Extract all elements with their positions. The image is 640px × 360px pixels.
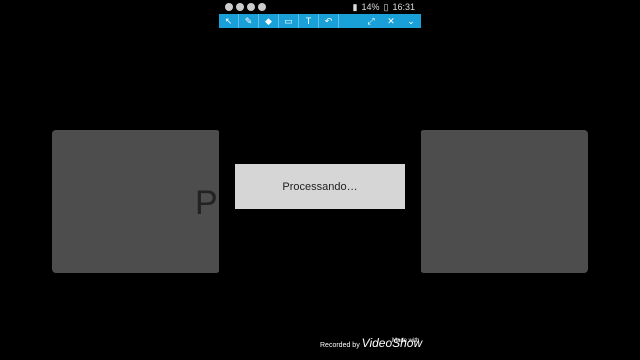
shape-icon[interactable]: ▭ bbox=[279, 14, 299, 28]
notification-icon bbox=[258, 3, 266, 11]
marker-icon[interactable]: ◆ bbox=[259, 14, 279, 28]
signal-icon: ▮ bbox=[352, 1, 358, 12]
status-bar: ▮ 14% ▯ 16:31 bbox=[219, 0, 421, 14]
chevron-down-icon[interactable]: ⌄ bbox=[401, 14, 421, 28]
background-text: P bbox=[195, 184, 218, 222]
background-panel-right bbox=[420, 130, 588, 273]
notification-icon bbox=[236, 3, 244, 11]
battery-icon: ▯ bbox=[383, 1, 389, 12]
watermark-recorded-by: Recorded by bbox=[320, 342, 360, 349]
text-icon[interactable]: T bbox=[299, 14, 319, 28]
arrow-icon[interactable]: ↖ bbox=[219, 14, 239, 28]
undo-icon[interactable]: ↶ bbox=[319, 14, 339, 28]
watermark-made-with: Made with bbox=[392, 338, 420, 344]
battery-level: 14% bbox=[361, 2, 380, 12]
notification-icon bbox=[247, 3, 255, 11]
clock: 16:31 bbox=[392, 2, 415, 12]
processing-message: Processando… bbox=[282, 180, 358, 193]
processing-dialog: Processando… bbox=[235, 164, 405, 209]
screen-record-toolbar: ↖ ✎ ◆ ▭ T ↶ ⤢ ✕ ⌄ bbox=[219, 14, 421, 28]
close-icon[interactable]: ✕ bbox=[381, 14, 401, 28]
notification-icon bbox=[225, 3, 233, 11]
pen-icon[interactable]: ✎ bbox=[239, 14, 259, 28]
share-icon[interactable]: ⤢ bbox=[361, 14, 381, 28]
